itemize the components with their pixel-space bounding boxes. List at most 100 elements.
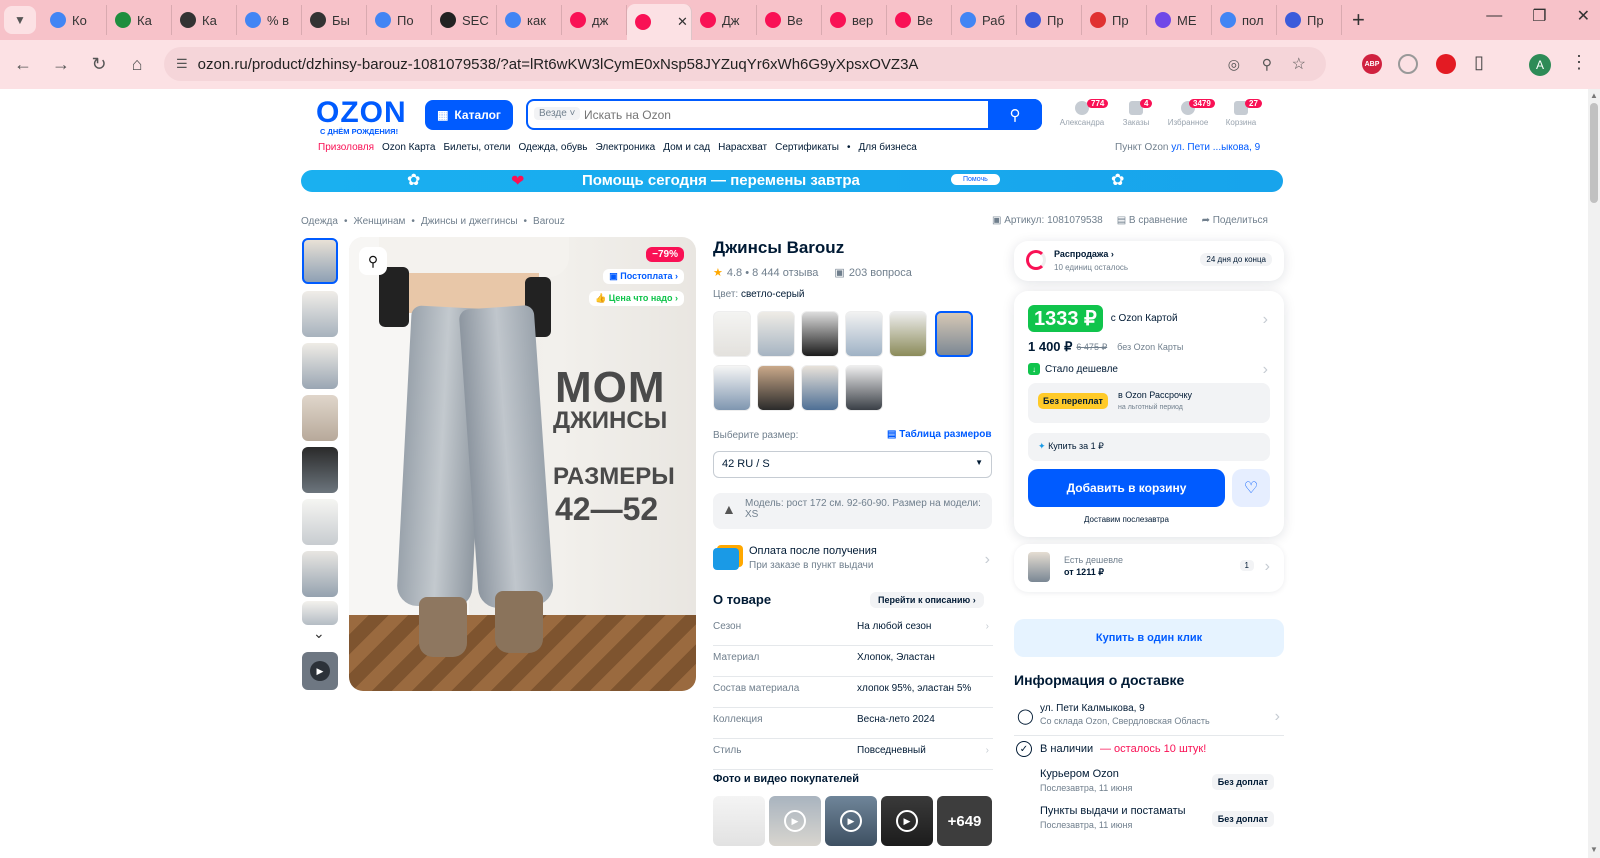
browser-tab[interactable]: МЕ — [1147, 5, 1212, 35]
page-scrollbar[interactable]: ▲ ▼ — [1588, 89, 1600, 858]
new-tab-button[interactable]: + — [1352, 7, 1365, 33]
add-to-favorites-button[interactable]: ♡ — [1232, 469, 1270, 507]
gallery-thumb[interactable] — [302, 551, 338, 597]
browser-tab[interactable]: Раб — [952, 5, 1017, 35]
add-to-cart-button[interactable]: Добавить в корзину — [1028, 469, 1225, 507]
buy-for-one-box[interactable]: ✦ Купить за 1 ₽ — [1028, 433, 1270, 461]
go-to-description-button[interactable]: Перейти к описанию › — [870, 592, 984, 608]
pickup-point[interactable]: Пункт Ozon ул. Пети ...ыкова, 9 — [1115, 142, 1260, 153]
color-variant-thumb[interactable] — [713, 365, 751, 411]
gallery-thumb[interactable] — [302, 499, 338, 545]
chevron-right-icon[interactable]: › — [986, 621, 989, 632]
catalog-button[interactable]: ▦ Каталог — [425, 100, 513, 130]
color-variant-thumb[interactable] — [757, 365, 795, 411]
pickup-option[interactable]: Пункты выдачи и постаматы Послезавтра, 1… — [1040, 805, 1284, 839]
price-dropped-row[interactable]: ↓ Стало дешевле — [1028, 363, 1118, 375]
nav-item[interactable]: Нарасхват — [718, 142, 767, 153]
profile-avatar[interactable]: A — [1529, 54, 1551, 76]
minimize-icon[interactable]: — — [1486, 7, 1502, 25]
eye-off-icon[interactable]: ◎ — [1228, 56, 1240, 73]
payment-after-receipt[interactable]: Оплата после получения При заказе в пунк… — [713, 545, 992, 575]
breadcrumb-item[interactable]: Женщинам — [353, 216, 405, 227]
header-orders[interactable]: 4 Заказы — [1118, 99, 1154, 127]
browser-tab[interactable]: Бы — [302, 5, 367, 35]
zoom-icon[interactable]: ⚲ — [1262, 56, 1272, 73]
color-variant-thumb[interactable] — [757, 311, 795, 357]
good-price-tag[interactable]: 👍 Цена что надо › — [588, 291, 684, 306]
buy-one-click-button[interactable]: Купить в один клик — [1014, 619, 1284, 657]
chevron-down-icon[interactable]: ⌄ — [313, 625, 325, 642]
customer-video[interactable]: ▶ — [825, 796, 877, 846]
nav-item[interactable]: Дом и сад — [663, 142, 710, 153]
browser-tab[interactable]: Дж — [692, 5, 757, 35]
color-variant-thumb-selected[interactable] — [935, 311, 973, 357]
color-variant-thumb[interactable] — [845, 311, 883, 357]
restore-icon[interactable]: ❐ — [1532, 6, 1546, 26]
breadcrumb-item[interactable]: Джинсы и джеггинсы — [421, 216, 518, 227]
compare-button[interactable]: ▤ В сравнение — [1117, 215, 1188, 226]
questions-link[interactable]: 203 вопроса — [849, 267, 912, 279]
globe-icon[interactable] — [1398, 54, 1418, 74]
browser-tab[interactable]: Ве — [887, 5, 952, 35]
tab-search-button[interactable]: ▼ — [4, 6, 36, 34]
browser-tab[interactable]: вер — [822, 5, 887, 35]
customer-photo[interactable] — [713, 796, 765, 846]
color-variant-thumb[interactable] — [845, 365, 883, 411]
nav-item[interactable]: Одежда, обувь — [518, 142, 587, 153]
reload-button[interactable]: ↻ — [82, 48, 116, 82]
browser-tab[interactable]: Ка — [107, 5, 172, 35]
cheaper-offer-card[interactable]: Есть дешевле от 1211 ₽ 1 › — [1014, 544, 1284, 592]
browser-tab[interactable]: Пр — [1277, 5, 1342, 35]
header-cart[interactable]: 27 Корзина — [1221, 99, 1262, 127]
size-select[interactable]: 42 RU / S ▼ — [713, 451, 992, 478]
gallery-thumb[interactable] — [302, 343, 338, 389]
close-tab-icon[interactable]: ✕ — [677, 14, 688, 30]
browser-tab[interactable]: ✕ — [627, 4, 692, 40]
extensions-puzzle-icon[interactable]: ▯ — [1474, 52, 1484, 73]
ozon-logo[interactable]: OZON С ДНЁМ РОЖДЕНИЯ! — [316, 98, 416, 137]
browser-tab[interactable]: Ко — [42, 5, 107, 35]
customer-photos-more[interactable]: +649 — [937, 796, 992, 846]
back-button[interactable]: ← — [6, 48, 40, 82]
adblock-icon[interactable]: ABP — [1362, 54, 1382, 74]
browser-tab[interactable]: Пр — [1082, 5, 1147, 35]
color-variant-thumb[interactable] — [801, 311, 839, 357]
browser-tab[interactable]: По — [367, 5, 432, 35]
size-table-link[interactable]: ▤ Таблица размеров — [887, 429, 992, 440]
rating-text[interactable]: 4.8 • 8 444 отзыва — [727, 267, 819, 279]
gallery-thumb[interactable] — [302, 447, 338, 493]
delivery-address-row[interactable]: ◯ ул. Пети Калмыкова, 9 Со склада Ozon, … — [1014, 702, 1284, 736]
browser-tab[interactable]: SEC — [432, 5, 497, 35]
nav-item[interactable]: Для бизнеса — [858, 142, 916, 153]
image-search-icon[interactable]: ⚲ — [359, 247, 387, 275]
color-variant-thumb[interactable] — [801, 365, 839, 411]
banner-button[interactable]: Помочь — [951, 174, 1000, 185]
nav-item[interactable]: Билеты, отели — [443, 142, 510, 153]
color-variant-thumb[interactable] — [713, 311, 751, 357]
browser-tab[interactable]: как — [497, 5, 562, 35]
site-info-icon[interactable]: ☰ — [176, 56, 188, 72]
sale-card[interactable]: Распродажа › 10 единиц осталось 24 дня д… — [1014, 241, 1284, 281]
browser-menu-icon[interactable]: ⋮ — [1570, 52, 1588, 73]
gallery-thumb[interactable] — [302, 291, 338, 337]
scroll-up-arrow-icon[interactable]: ▲ — [1590, 91, 1598, 100]
card-price-row[interactable]: 1333 ₽ с Ozon Картой — [1028, 305, 1178, 332]
browser-tab[interactable]: % в — [237, 5, 302, 35]
gallery-thumb[interactable] — [302, 238, 338, 284]
color-variant-thumb[interactable] — [889, 311, 927, 357]
bookmark-star-icon[interactable]: ☆ — [1292, 54, 1306, 74]
browser-tab[interactable]: пол — [1212, 5, 1277, 35]
header-favorites[interactable]: 3479 Избранное — [1163, 99, 1215, 127]
customer-video[interactable]: ▶ — [881, 796, 933, 846]
nav-item[interactable]: Ozon Карта — [382, 142, 435, 153]
gallery-thumb[interactable] — [302, 601, 338, 625]
browser-tab[interactable]: Ве — [757, 5, 822, 35]
browser-tab[interactable]: Пр — [1017, 5, 1082, 35]
close-window-icon[interactable]: ✕ — [1577, 6, 1590, 26]
postpay-tag[interactable]: ▣ Постоплата › — [603, 269, 684, 284]
breadcrumb-item[interactable]: Barouz — [533, 216, 565, 227]
nav-item[interactable]: Сертификаты — [775, 142, 839, 153]
scrollbar-thumb[interactable] — [1590, 103, 1598, 203]
header-user[interactable]: 774 Александра — [1057, 99, 1109, 127]
search-input[interactable] — [584, 105, 964, 125]
